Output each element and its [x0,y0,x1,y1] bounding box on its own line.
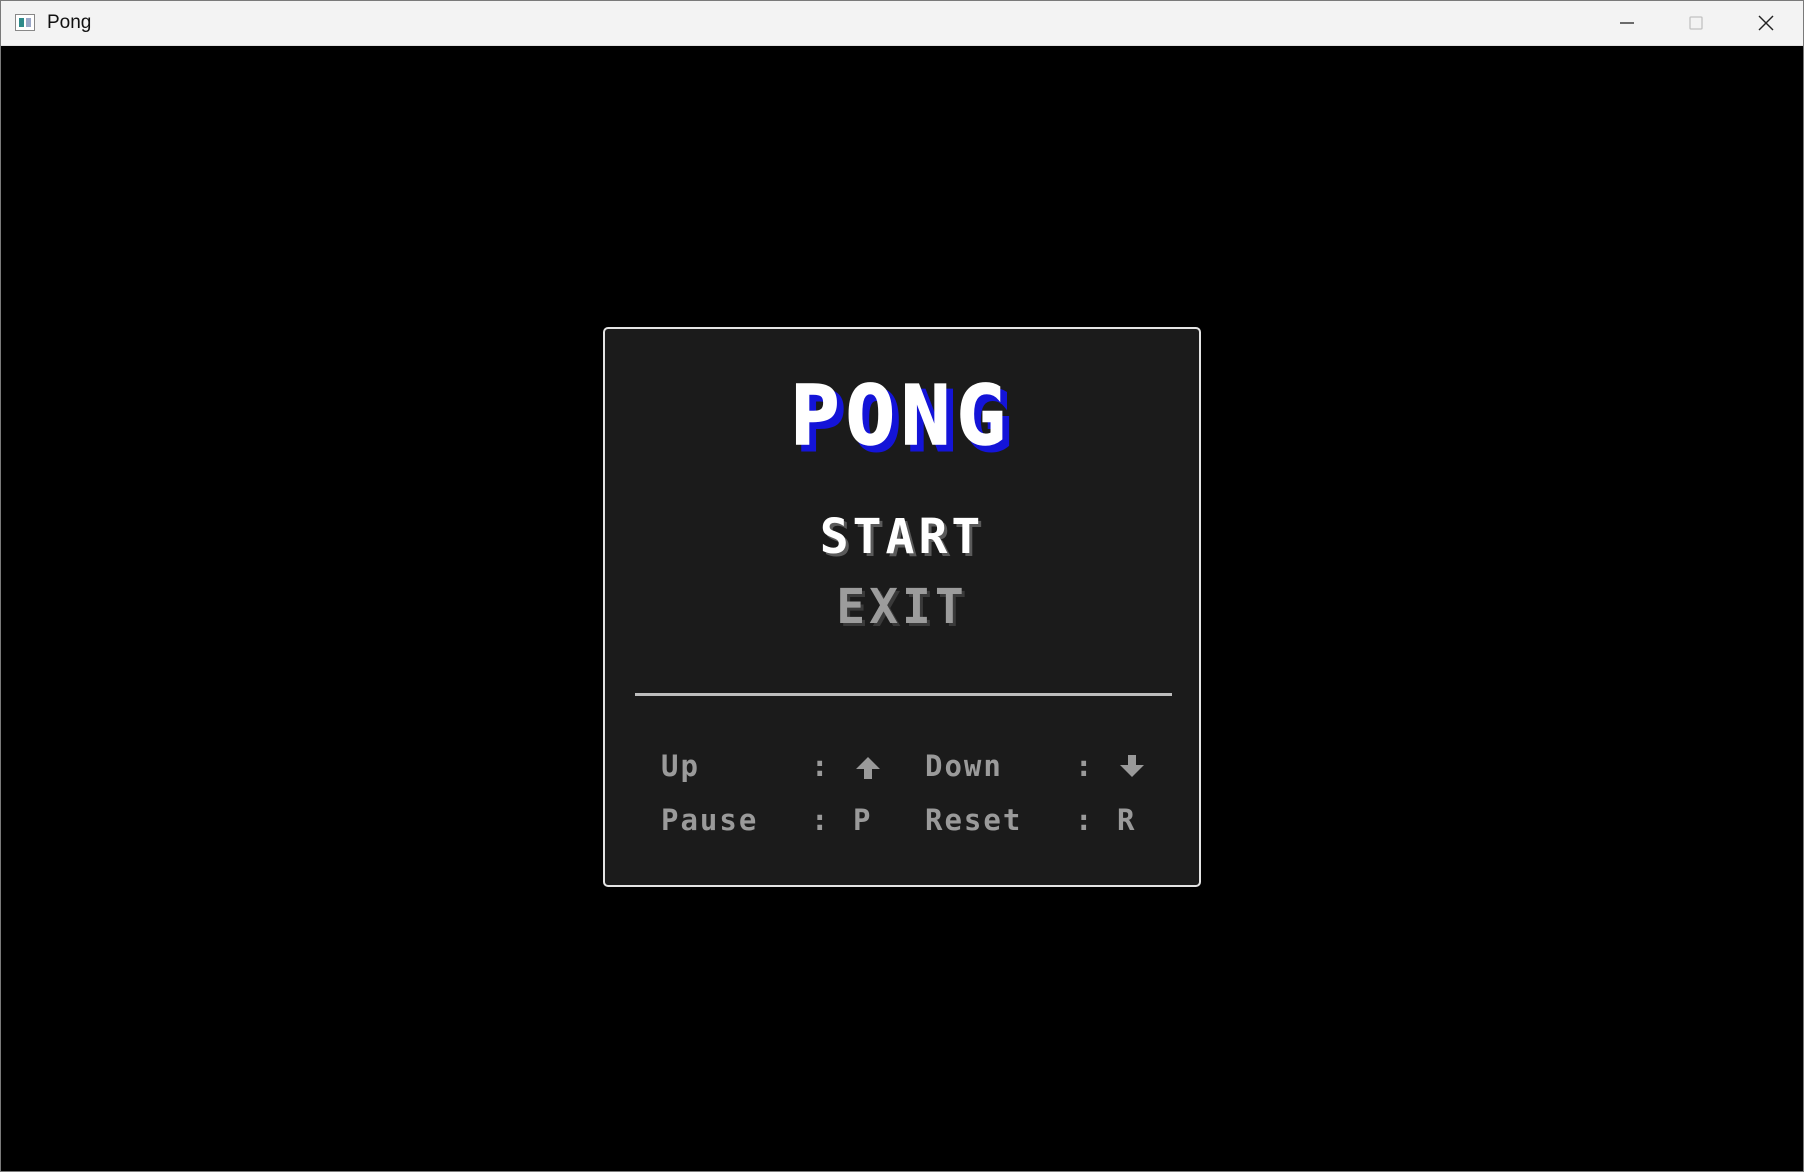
game-title-text: PONG [790,377,1011,457]
maximize-button[interactable] [1662,1,1730,45]
control-separator: : [1075,803,1095,837]
control-separator: : [811,803,831,837]
control-label-up: Up [661,749,700,783]
minimize-icon [1620,22,1634,24]
main-menu-panel: PONG PONG START EXIT Up : Down : Pause:… [603,327,1201,887]
control-label-reset: Reset [925,803,1023,837]
minimize-button[interactable] [1593,1,1661,45]
close-button[interactable] [1732,1,1800,45]
maximize-icon [1689,16,1703,30]
app-icon [15,14,35,31]
control-separator: : [811,749,831,783]
control-label-down: Down [925,749,1003,783]
up-arrow-icon [853,749,883,783]
game-window: Pong PONG PONG START EXIT Up: Down: Pa… [0,0,1804,1172]
game-title: PONG PONG [790,377,1014,457]
window-title: Pong [47,12,92,33]
start-button[interactable]: START [605,509,1199,565]
menu-divider [635,693,1172,696]
control-label-pause: Pause [661,803,759,837]
close-icon [1758,15,1774,31]
down-arrow-icon [1117,749,1147,783]
exit-button[interactable]: EXIT [605,579,1199,635]
control-key-reset: R [1117,803,1137,837]
title-bar[interactable]: Pong [1,1,1803,46]
control-separator: : [1075,749,1095,783]
control-key-pause: P [853,803,873,837]
